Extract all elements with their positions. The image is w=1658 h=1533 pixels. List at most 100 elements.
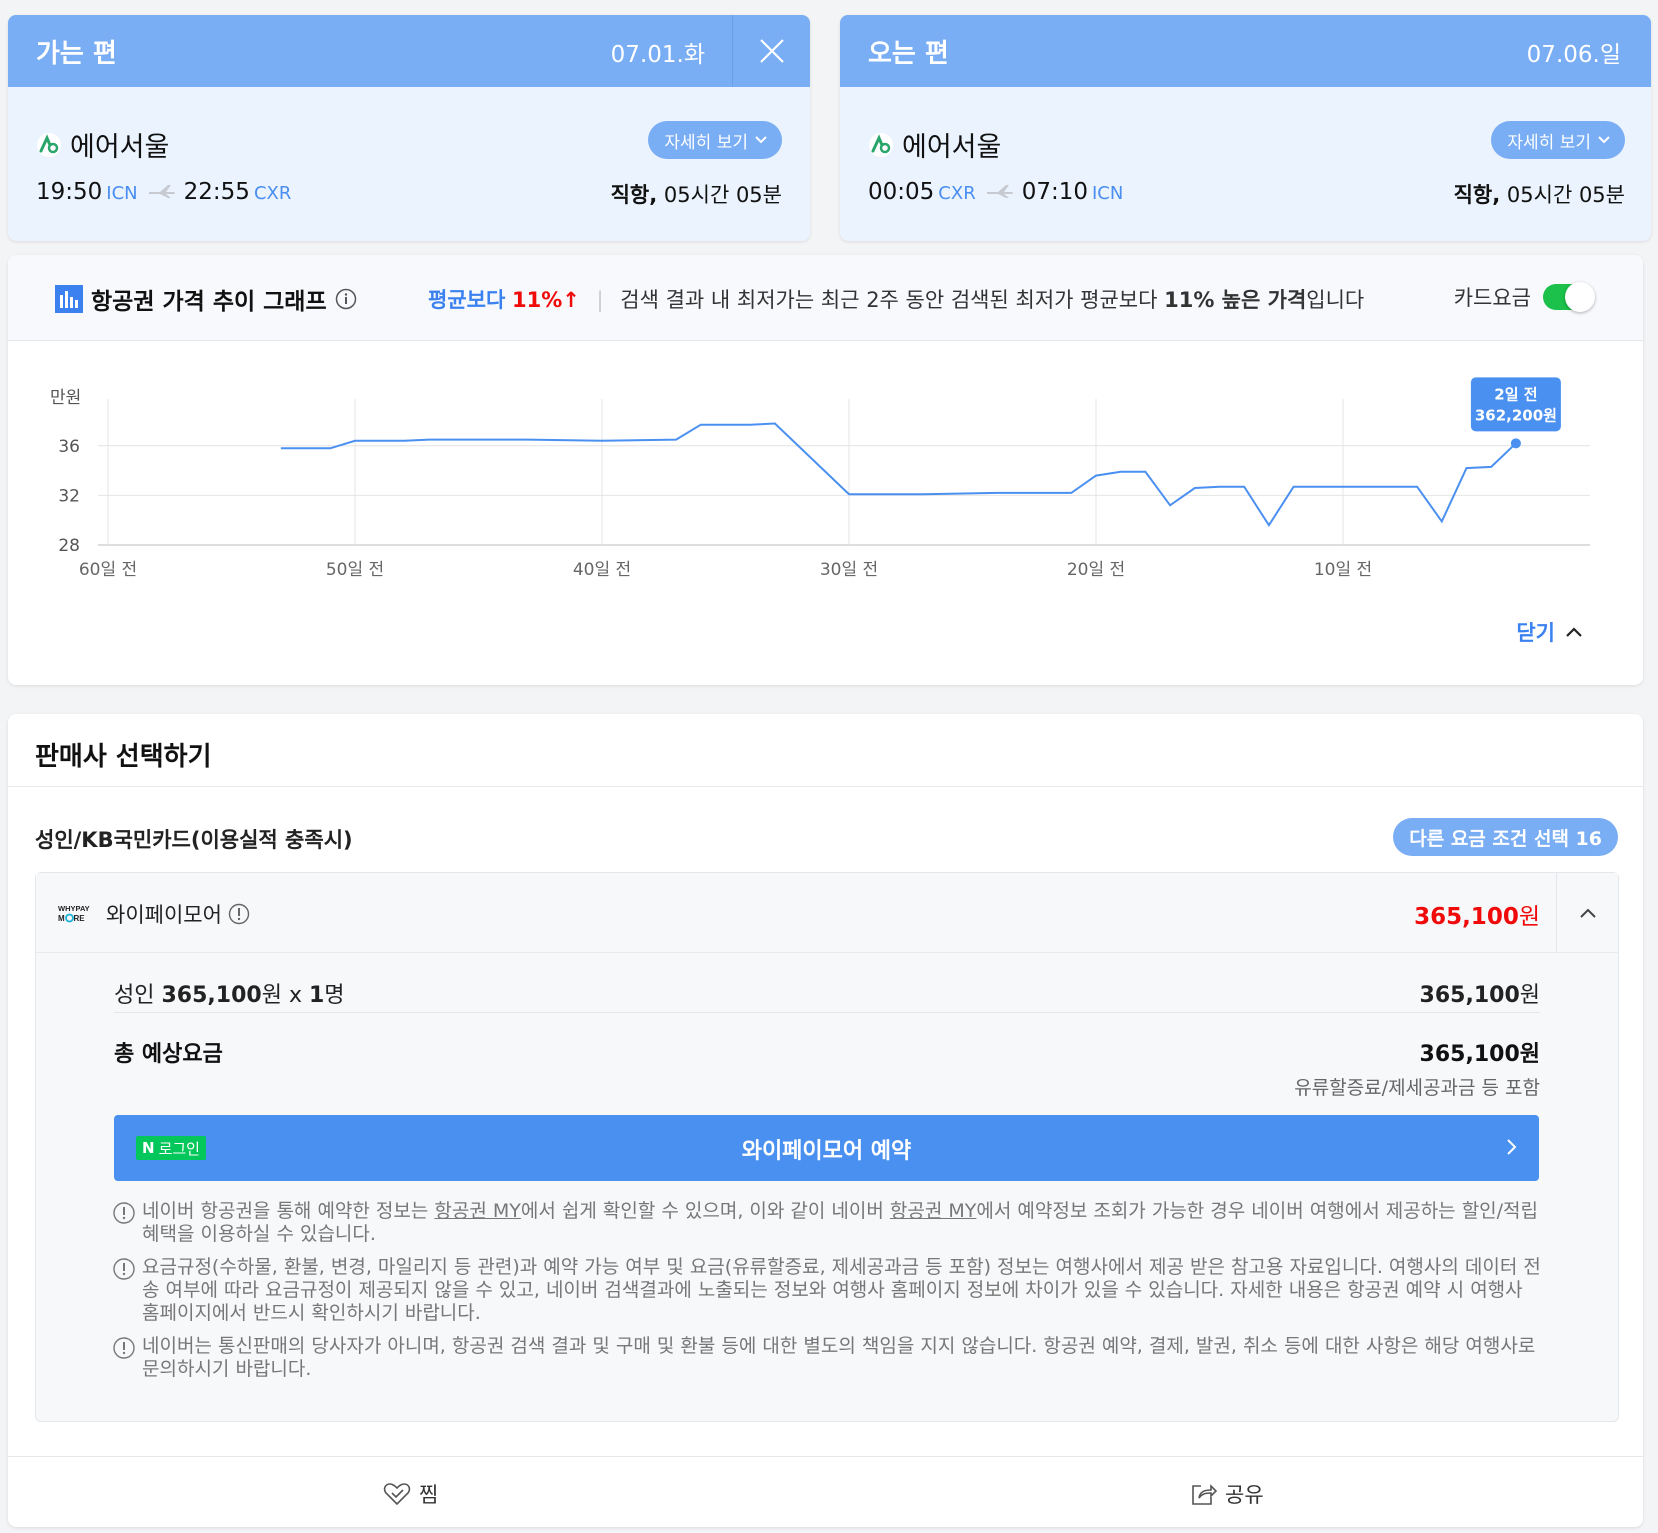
x-tick-label: 20일 전: [1067, 560, 1125, 580]
x-tick-label: 40일 전: [573, 560, 631, 580]
price-trend-chart: 만원 28 32 36 60일 전 50일 전 40일 전 30일 전 20일 전 10일 전 2일…: [50, 377, 1590, 580]
collapse-button[interactable]: [1556, 873, 1618, 953]
notice-text: 네이버는 통신판매의 당사자가 아니며, 항공권 검색 결과 및 구매 및 환불…: [142, 1335, 1536, 1380]
seller-title: 판매사 선택하기: [35, 742, 212, 772]
my-flight-link[interactable]: 항공권 MY: [434, 1200, 520, 1222]
detail-button[interactable]: 자세히 보기: [1491, 121, 1625, 159]
y-tick-label: 28: [58, 536, 80, 556]
airline-name: 에어서울: [902, 132, 1002, 163]
multiply-sign: x: [288, 983, 302, 1008]
other-fare-condition-button[interactable]: 다른 요금 조건 선택 16: [1393, 818, 1618, 856]
y-tick-label: 36: [58, 437, 80, 457]
close-graph-label: 닫기: [1516, 621, 1555, 645]
inbound-airline: 에어서울: [868, 125, 1001, 164]
duration-value: 05시간 05분: [663, 183, 782, 207]
arrive-time: 22:55: [183, 179, 250, 205]
total-fare-label: 총 예상요금: [114, 1042, 223, 1067]
flight-duration: 직항, 05시간 05분: [611, 179, 782, 209]
vendor-price-value: 365,100: [1414, 904, 1519, 930]
book-button[interactable]: N 로그인 와이페이모어 예약: [114, 1115, 1539, 1181]
total-fare-row: 총 예상요금 365,100원 유류할증료/제세공과금 등 포함: [114, 1036, 1540, 1106]
currency-unit: 원: [1519, 983, 1540, 1008]
depart-time: 19:50: [36, 179, 103, 205]
airline-name: 에어서울: [70, 132, 170, 163]
notice-item: 네이버는 통신판매의 당사자가 아니며, 항공권 검색 결과 및 구매 및 환불…: [112, 1335, 1542, 1381]
vendor-header[interactable]: WHYPAY M RE 와이페이모어 365,100원: [36, 873, 1618, 953]
vendor-logo: WHYPAY M RE: [58, 904, 90, 923]
info-icon[interactable]: [228, 903, 250, 925]
x-tick-label: 60일 전: [79, 560, 137, 580]
depart-code: CXR: [938, 183, 976, 204]
inbound-body: 에어서울 자세히 보기 00:05 CXR 07:10 ICN 직항, 05시간…: [840, 87, 1651, 241]
info-icon[interactable]: [335, 288, 357, 310]
graph-title-text: 항공권 가격 추이 그래프: [91, 289, 327, 315]
avg-desc-bold: 11% 높은 가격: [1164, 288, 1307, 312]
close-graph-button[interactable]: 닫기: [1516, 617, 1583, 647]
info-icon: [113, 1202, 135, 1224]
info-icon: [113, 1258, 135, 1280]
svg-text:RE: RE: [74, 914, 86, 923]
notice-text-part: 네이버 항공권을 통해 예약한 정보는: [142, 1200, 435, 1222]
my-flight-link[interactable]: 항공권 MY: [890, 1200, 976, 1222]
depart-code: ICN: [106, 183, 138, 204]
bar-chart-icon: [55, 285, 83, 313]
close-button[interactable]: [732, 15, 810, 87]
divider: |: [596, 288, 604, 312]
price-trend-header: 항공권 가격 추이 그래프 평균보다 11%↑ | 검색 결과 내 최저가는 최…: [8, 255, 1643, 341]
detail-button-label: 자세히 보기: [1507, 132, 1591, 153]
price-trend-panel: 항공권 가격 추이 그래프 평균보다 11%↑ | 검색 결과 내 최저가는 최…: [8, 255, 1643, 685]
adult-fare-label: 성인 365,100원 x 1명: [114, 977, 345, 1009]
plane-icon: [148, 185, 175, 198]
x-tick-label: 30일 전: [820, 560, 878, 580]
chevron-up-icon: [1579, 908, 1596, 918]
total-fare-amount: 365,100원: [1420, 1036, 1540, 1068]
avg-desc-prefix: 검색 결과 내 최저가는 최근 2주 동안 검색된 최저가 평균보다: [620, 288, 1165, 312]
seller-panel: 판매사 선택하기 성인/KB국민카드(이용실적 충족시) 다른 요금 조건 선택…: [8, 714, 1643, 1527]
adult-label: 성인: [114, 983, 155, 1008]
data-point: [1510, 438, 1521, 449]
notice-text-part: 에서 쉽게 확인할 수 있으며, 이와 같이 네이버: [520, 1200, 890, 1222]
notice-list: 네이버 항공권을 통해 예약한 정보는 항공권 MY에서 쉽게 확인할 수 있으…: [112, 1200, 1542, 1391]
currency-unit: 원: [1519, 1042, 1540, 1067]
depart-time: 00:05: [868, 179, 935, 205]
adult-fare-amount: 365,100원: [1420, 977, 1540, 1009]
notice-text: 네이버 항공권을 통해 예약한 정보는 항공권 MY에서 쉽게 확인할 수 있으…: [142, 1200, 1542, 1246]
avg-percent: 11%: [511, 288, 563, 312]
share-icon: [1192, 1484, 1217, 1505]
close-icon: [759, 39, 784, 63]
outbound-header: 가는 편 07.01.화: [8, 15, 810, 87]
graph-title: 항공권 가격 추이 그래프: [55, 282, 357, 316]
book-button-label: 와이페이모어 예약: [741, 1139, 912, 1164]
duration-type: 직항,: [610, 183, 658, 207]
inbound-title: 오는 편: [868, 39, 949, 69]
airline-logo: [37, 132, 61, 157]
divider: [8, 786, 1643, 787]
adult-count: 1: [308, 983, 325, 1008]
fare-condition-label: 성인/KB국민카드(이용실적 충족시): [35, 828, 353, 852]
inbound-header: 오는 편 07.06.일: [840, 15, 1651, 87]
arrow-up-icon: ↑: [562, 288, 580, 312]
x-tick-label: 10일 전: [1314, 560, 1372, 580]
vendor-name: 와이페이모어: [106, 899, 250, 929]
detail-button[interactable]: 자세히 보기: [648, 121, 782, 159]
like-button[interactable]: 찜: [383, 1479, 438, 1509]
adult-fare-row: 성인 365,100원 x 1명 365,100원: [114, 977, 1540, 1013]
card-fee-toggle-group: 카드요금: [1454, 282, 1595, 312]
airline-logo: [869, 132, 893, 157]
tooltip-label: 2일 전: [1494, 385, 1537, 403]
total-fare-note: 유류할증료/제세공과금 등 포함: [1294, 1077, 1540, 1099]
share-button[interactable]: 공유: [1191, 1479, 1264, 1509]
vendor-price: 365,100원: [1414, 897, 1540, 931]
outbound-title: 가는 편: [36, 39, 117, 69]
outbound-airline: 에어서울: [36, 125, 169, 164]
heart-icon: [383, 1483, 411, 1506]
x-tick-label: 50일 전: [326, 560, 384, 580]
notice-text: 요금규정(수하물, 환불, 변경, 마일리지 등 관련)과 예약 가능 여부 및…: [142, 1256, 1541, 1324]
chevron-down-icon: [755, 136, 767, 144]
vendor-card: WHYPAY M RE 와이페이모어 365,100원 성인 365,100원 …: [35, 872, 1619, 1422]
card-fee-toggle[interactable]: [1543, 282, 1595, 312]
arrive-code: CXR: [253, 183, 292, 204]
detail-button-label: 자세히 보기: [664, 132, 748, 153]
duration-value: 05시간 05분: [1506, 183, 1625, 207]
total-price: 365,100: [1419, 1042, 1520, 1067]
